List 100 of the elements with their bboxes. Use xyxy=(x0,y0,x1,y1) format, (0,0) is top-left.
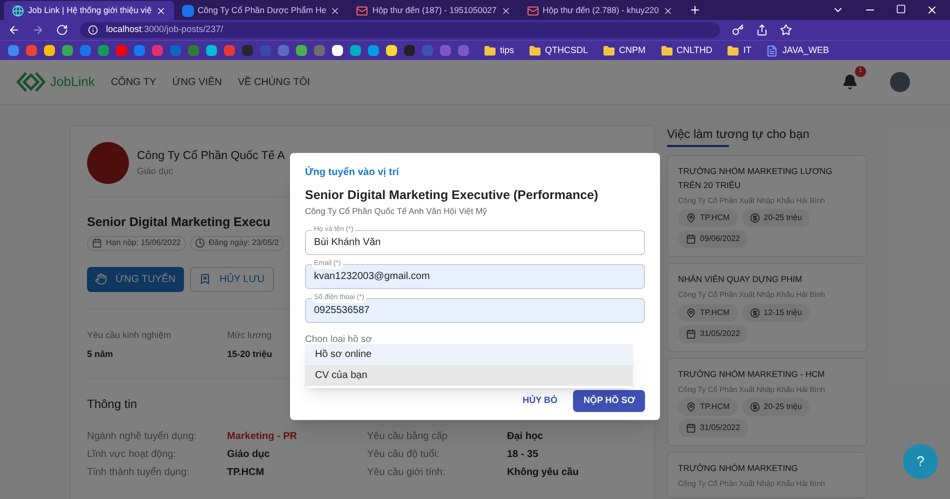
bell-icon xyxy=(842,74,858,90)
close-icon[interactable] xyxy=(500,6,511,16)
select-label: Chọn loại hồ sơ xyxy=(305,332,372,346)
dollar-icon xyxy=(750,213,760,224)
user-avatar[interactable] xyxy=(890,72,910,92)
clock-icon xyxy=(194,238,205,248)
deadline-chip: Hạn nộp: 15/06/2022 xyxy=(87,236,186,251)
dollar-icon xyxy=(750,402,760,412)
browser-tab[interactable]: Hộp thư đến (187) - 1951050027 xyxy=(348,1,519,20)
summary-label: Mức lương xyxy=(227,328,272,342)
company-logo xyxy=(87,142,129,184)
folder-icon xyxy=(660,44,673,56)
key-icon[interactable] xyxy=(732,24,744,36)
nav-link[interactable]: VỀ CHÚNG TÔI xyxy=(238,74,310,90)
maximize-icon[interactable] xyxy=(896,4,906,14)
location-pin-icon xyxy=(686,402,696,412)
back-icon[interactable] xyxy=(8,24,20,36)
posted-date-chip: Đăng ngày: 23/05/2 xyxy=(190,236,284,251)
folder-icon xyxy=(603,44,616,56)
bookmark-icon[interactable] xyxy=(332,45,343,56)
site-icon xyxy=(182,4,194,16)
bookmark-folder[interactable]: CNLTHD xyxy=(660,44,712,58)
help-button[interactable]: ? xyxy=(903,444,938,479)
new-tab-icon[interactable] xyxy=(688,4,701,16)
info-label: Ngành nghề tuyển dụng: xyxy=(87,430,198,444)
summary-value: 15-20 triệu xyxy=(227,348,272,362)
notification-button[interactable] xyxy=(842,74,858,90)
bookmark-folder[interactable]: QTHCSDL xyxy=(529,44,588,58)
close-icon[interactable] xyxy=(156,6,166,16)
menu-option[interactable]: CV của bạn xyxy=(305,364,633,386)
job-title: TRƯỞNG NHÓM MARKETING LƯƠNG TRÊN 20 TRIỆU xyxy=(678,165,834,192)
summary-label: Yêu cầu kinh nghiệm xyxy=(87,328,172,342)
info-chip: TP.HCM xyxy=(678,398,738,416)
info-label: Lĩnh vực hoạt động: xyxy=(87,448,177,462)
folder-icon xyxy=(484,44,496,56)
info-chip: TP.HCM xyxy=(678,304,738,322)
share-icon[interactable] xyxy=(756,24,768,36)
job-title: Senior Digital Marketing Execu xyxy=(87,214,270,231)
dollar-icon xyxy=(750,308,760,318)
info-chip: 09/06/2022 xyxy=(678,230,748,248)
info-value: Marketing - PR xyxy=(227,430,298,444)
info-value: TP.HCM xyxy=(227,466,266,480)
calendar-icon xyxy=(686,422,696,433)
job-title: TRƯỞNG NHÓM MARKETING - HCM xyxy=(678,368,826,380)
company-name: Công Ty Cổ Phần Quốc Tế A xyxy=(137,148,285,164)
dialog-company: Công Ty Cổ Phần Quốc Tế Anh Văn Hội Việt Mỹ xyxy=(305,204,488,218)
nav-link[interactable]: ỨNG VIÊN xyxy=(172,74,222,90)
company-industry: Giáo dục xyxy=(137,164,174,178)
close-icon[interactable] xyxy=(330,6,340,16)
location-pin-icon xyxy=(686,308,696,318)
section-title: Thông tin xyxy=(87,396,138,413)
summary-value: 5 năm xyxy=(87,348,114,362)
bookmark-icon[interactable] xyxy=(44,45,55,56)
info-chip: 20-25 triệu xyxy=(742,209,810,228)
info-icon xyxy=(88,25,98,35)
bookmark-folder[interactable]: CNPM xyxy=(603,44,646,58)
bookmark-icon[interactable] xyxy=(386,45,397,56)
submit-button[interactable]: NỘP HỒ SƠ xyxy=(573,390,645,412)
info-value: 18 - 35 xyxy=(507,448,540,462)
info-value: Không yêu cầu xyxy=(507,466,580,480)
info-chip: 31/05/2022 xyxy=(678,418,748,437)
globe-icon xyxy=(12,4,24,16)
info-label: Tỉnh thành tuyển dụng: xyxy=(87,466,190,480)
star-icon[interactable] xyxy=(780,24,792,36)
dialog-heading: Ứng tuyển vào vị trí xyxy=(305,165,400,180)
bookmark-folder[interactable]: tips xyxy=(484,44,514,58)
info-value: Đại học xyxy=(507,430,544,444)
calendar-icon xyxy=(686,234,696,244)
mail-icon xyxy=(526,4,539,16)
mail-icon xyxy=(356,4,368,16)
address-bar[interactable]: localhost:3000/job-posts/237/ xyxy=(80,22,720,38)
info-label: Yêu cầu bằng cấp xyxy=(367,429,449,444)
info-chip: 12-15 triệu xyxy=(742,304,810,322)
info-chip: 20-25 triệu xyxy=(742,398,810,416)
calendar-icon xyxy=(686,328,696,338)
location-pin-icon xyxy=(686,213,696,224)
browser-tab[interactable]: Hộp thư đến (2.788) - khuy220 xyxy=(518,1,681,20)
info-chip: TP.HCM xyxy=(678,209,738,228)
bookmark-link[interactable]: JAVA_WEB xyxy=(766,44,830,58)
browser-tab[interactable]: Công Ty Cổ Phần Dược Phẩm He xyxy=(174,1,348,20)
close-icon[interactable] xyxy=(926,4,938,16)
bookmark-folder[interactable]: IT xyxy=(727,44,752,58)
bookmark-icon xyxy=(199,273,212,286)
browser-tab[interactable]: Job Link | Hệ thống giới thiệu việ xyxy=(4,1,174,20)
folder-icon xyxy=(727,44,740,56)
section-title: Việc làm tương tự cho bạn xyxy=(667,126,810,143)
reload-icon[interactable] xyxy=(56,24,68,36)
cancel-button[interactable]: HỦY BỎ xyxy=(514,390,566,412)
info-chip: 31/05/2022 xyxy=(678,324,748,342)
logo-icon xyxy=(16,71,46,93)
info-label: Yêu cầu độ tuổi: xyxy=(367,448,440,462)
close-icon[interactable] xyxy=(662,6,673,16)
info-label: Yêu cầu giới tính: xyxy=(367,466,446,480)
document-icon xyxy=(766,44,778,56)
menu-option[interactable]: Hồ sơ online xyxy=(305,344,633,364)
hand-icon xyxy=(95,273,108,286)
job-title: NHÂN VIÊN QUAY DỰNG PHIM xyxy=(678,273,804,286)
nav-link[interactable]: CÔNG TY xyxy=(110,74,156,90)
bookmark-icon[interactable] xyxy=(206,45,217,56)
calendar-icon xyxy=(92,238,102,248)
